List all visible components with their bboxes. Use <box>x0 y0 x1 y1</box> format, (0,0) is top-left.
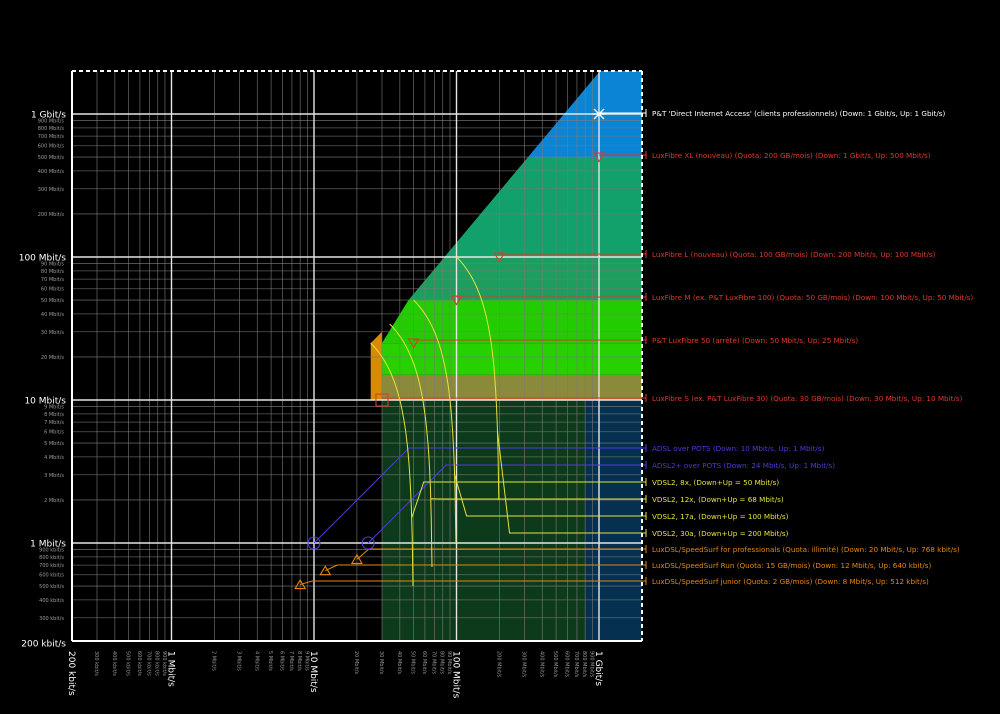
region-orange-step <box>370 331 382 400</box>
y-minor-tick-label: 600 kbit/s <box>39 573 64 579</box>
offer-label: ADSL over POTS (Down: 10 Mbit/s, Up: 1 M… <box>652 444 825 453</box>
offer-label: VDSL2, 8x, (Down+Up = 50 Mbit/s) <box>652 478 779 487</box>
x-minor-tick-label: 2 Mbit/s <box>210 651 216 671</box>
x-minor-tick-label: 80 Mbit/s <box>439 651 445 674</box>
offer-label: LuxDSL/SpeedSurf Run (Quota: 15 GB/mois)… <box>652 561 931 570</box>
offer-label: LuxFibre XL (nouveau) (Quota: 200 GB/moi… <box>652 151 931 160</box>
y-tick-label: 200 kbit/s <box>21 639 66 649</box>
x-minor-tick-label: 800 kbit/s <box>154 651 160 676</box>
region-luxfibre-m-band <box>381 300 642 344</box>
x-minor-tick-label: 900 Mbit/s <box>588 651 594 678</box>
offer-label: LuxDSL/SpeedSurf junior (Quota: 2 GB/moi… <box>652 577 929 586</box>
region-lower-green <box>381 400 586 641</box>
x-minor-tick-label: 60 Mbit/s <box>421 651 427 674</box>
y-minor-tick-label: 70 Mbit/s <box>41 277 64 283</box>
x-minor-tick-label: 5 Mbit/s <box>267 651 273 671</box>
offer-label: VDSL2, 30a, (Down+Up = 200 Mbit/s) <box>652 529 789 538</box>
x-minor-tick-label: 50 Mbit/s <box>410 651 416 674</box>
y-minor-tick-label: 200 Mbit/s <box>38 212 65 218</box>
y-minor-tick-label: 6 Mbit/s <box>44 430 64 436</box>
x-minor-tick-label: 6 Mbit/s <box>278 651 284 671</box>
y-minor-tick-label: 500 kbit/s <box>39 584 64 590</box>
bandwidth-chart: 200 kbit/s1 Mbit/s10 Mbit/s100 Mbit/s1 G… <box>0 0 1000 714</box>
region-lower-blue <box>585 400 642 641</box>
x-minor-tick-label: 500 Mbit/s <box>552 651 558 678</box>
offer-label: LuxFibre S (ex. P&T LuxFibre 30) (Quota:… <box>652 394 963 403</box>
x-minor-tick-label: 4 Mbit/s <box>253 651 259 671</box>
offer-label: LuxFibre L (nouveau) (Quota: 100 GB/mois… <box>652 250 936 259</box>
x-minor-tick-label: 900 kbit/s <box>161 651 167 676</box>
y-minor-tick-label: 900 Mbit/s <box>38 119 65 125</box>
offer-label: ADSL2+ over POTS (Down: 24 Mbit/s, Up: 1… <box>652 461 835 470</box>
x-tick-label: 200 kbit/s <box>66 651 76 696</box>
y-minor-tick-label: 90 Mbit/s <box>41 262 64 268</box>
x-minor-tick-label: 500 kbit/s <box>125 651 131 676</box>
x-minor-tick-label: 700 Mbit/s <box>573 651 579 678</box>
x-minor-tick-label: 20 Mbit/s <box>353 651 359 674</box>
y-minor-tick-label: 900 kbit/s <box>39 548 64 554</box>
x-minor-tick-label: 40 Mbit/s <box>396 651 402 674</box>
x-minor-tick-label: 400 Mbit/s <box>538 651 544 678</box>
x-minor-tick-label: 8 Mbit/s <box>296 651 302 671</box>
y-minor-tick-label: 700 kbit/s <box>39 563 64 569</box>
x-minor-tick-label: 9 Mbit/s <box>303 651 309 671</box>
x-minor-tick-label: 200 Mbit/s <box>495 651 501 678</box>
y-minor-tick-label: 5 Mbit/s <box>44 441 64 447</box>
y-minor-tick-label: 400 kbit/s <box>39 598 64 604</box>
y-minor-tick-label: 7 Mbit/s <box>44 420 64 426</box>
x-minor-tick-label: 600 kbit/s <box>136 651 142 676</box>
x-minor-tick-label: 300 kbit/s <box>93 651 99 676</box>
x-minor-tick-label: 7 Mbit/s <box>288 651 294 671</box>
y-minor-tick-label: 300 kbit/s <box>39 616 64 622</box>
offer-label: VDSL2, 17a, (Down+Up = 100 Mbit/s) <box>652 512 789 521</box>
x-minor-tick-label: 3 Mbit/s <box>235 651 241 671</box>
x-minor-tick-label: 400 kbit/s <box>111 651 117 676</box>
offer-label: VDSL2, 12x, (Down+Up = 68 Mbit/s) <box>652 495 784 504</box>
y-minor-tick-label: 2 Mbit/s <box>44 498 64 504</box>
y-minor-tick-label: 9 Mbit/s <box>44 405 64 411</box>
y-minor-tick-label: 4 Mbit/s <box>44 455 64 461</box>
y-minor-tick-label: 50 Mbit/s <box>41 298 64 304</box>
x-minor-tick-label: 600 Mbit/s <box>563 651 569 678</box>
x-minor-tick-label: 70 Mbit/s <box>430 651 436 674</box>
y-minor-tick-label: 700 Mbit/s <box>38 134 65 140</box>
region-luxfibre-50-band <box>381 343 642 375</box>
offer-label: LuxDSL/SpeedSurf for professionals (Quot… <box>652 545 960 554</box>
y-minor-tick-label: 400 Mbit/s <box>38 169 65 175</box>
y-minor-tick-label: 40 Mbit/s <box>41 312 64 318</box>
x-minor-tick-label: 800 Mbit/s <box>581 651 587 678</box>
y-minor-tick-label: 20 Mbit/s <box>41 355 64 361</box>
y-minor-tick-label: 300 Mbit/s <box>38 187 65 193</box>
y-minor-tick-label: 80 Mbit/s <box>41 269 64 275</box>
y-minor-tick-label: 500 Mbit/s <box>38 155 65 161</box>
y-minor-tick-label: 30 Mbit/s <box>41 330 64 336</box>
y-minor-tick-label: 800 kbit/s <box>39 555 64 561</box>
y-minor-tick-label: 3 Mbit/s <box>44 473 64 479</box>
region-luxfibre-s-band <box>381 374 642 400</box>
x-minor-tick-label: 700 kbit/s <box>145 651 151 676</box>
y-minor-tick-label: 600 Mbit/s <box>38 144 65 150</box>
x-minor-tick-label: 300 Mbit/s <box>520 651 526 678</box>
offer-label: P&T 'Direct Internet Access' (clients pr… <box>652 109 946 118</box>
offer-label: LuxFibre M (ex. P&T LuxFibre 100) (Quota… <box>652 293 973 302</box>
x-minor-tick-label: 90 Mbit/s <box>446 651 452 674</box>
y-minor-tick-label: 800 Mbit/s <box>38 126 65 132</box>
x-minor-tick-label: 30 Mbit/s <box>378 651 384 674</box>
y-minor-tick-label: 60 Mbit/s <box>41 287 64 293</box>
offer-label: P&T LuxFibre 50 (arrêté) (Down: 50 Mbit/… <box>652 336 858 345</box>
y-minor-tick-label: 8 Mbit/s <box>44 412 64 418</box>
